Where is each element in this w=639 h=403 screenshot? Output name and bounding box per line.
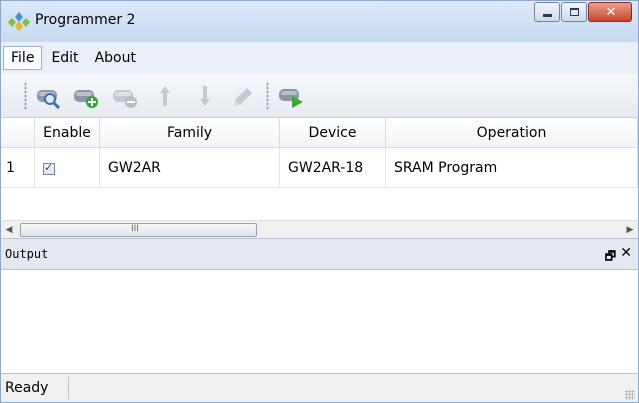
enable-checkbox[interactable]: ✓ xyxy=(43,161,55,175)
menu-edit[interactable]: Edit xyxy=(44,47,85,69)
window-controls: ✕ xyxy=(533,2,632,22)
status-bar: Ready xyxy=(0,374,639,403)
toolbar-grip[interactable] xyxy=(24,82,27,110)
menu-about[interactable]: About xyxy=(88,47,143,69)
resize-grip-icon[interactable] xyxy=(625,390,635,400)
row-number-header xyxy=(1,118,35,148)
scan-device-icon[interactable] xyxy=(34,82,62,110)
edit-icon[interactable] xyxy=(229,82,257,110)
horizontal-scrollbar[interactable]: ◀ III ▶ xyxy=(0,220,639,238)
close-button[interactable]: ✕ xyxy=(588,2,632,22)
toolbar xyxy=(0,74,639,118)
cell-family[interactable]: GW2AR xyxy=(100,148,280,188)
cell-device[interactable]: GW2AR-18 xyxy=(280,148,386,188)
cell-operation[interactable]: SRAM Program xyxy=(386,148,638,188)
menu-file[interactable]: File xyxy=(3,46,43,70)
scroll-thumb[interactable]: III xyxy=(20,223,257,237)
close-icon: ✕ xyxy=(605,5,617,20)
header-operation[interactable]: Operation xyxy=(386,118,638,148)
add-device-icon[interactable] xyxy=(72,82,100,110)
output-title: Output xyxy=(5,247,49,261)
status-separator xyxy=(68,377,69,399)
output-text-area[interactable] xyxy=(0,270,639,374)
remove-device-icon[interactable] xyxy=(111,82,139,110)
output-panel-header: Output 🗗 ✕ xyxy=(0,238,639,270)
program-run-icon[interactable] xyxy=(277,82,305,110)
toolbar-grip[interactable] xyxy=(266,82,269,110)
row-number: 1 xyxy=(1,148,35,188)
move-up-icon[interactable] xyxy=(151,82,179,110)
header-family[interactable]: Family xyxy=(100,118,280,148)
move-down-icon[interactable] xyxy=(191,82,219,110)
scroll-right-icon[interactable]: ▶ xyxy=(622,221,638,239)
thumb-grip-icon: III xyxy=(131,224,139,234)
window-title: Programmer 2 xyxy=(35,12,136,28)
gowin-app-icon xyxy=(8,12,30,31)
menu-bar: File Edit About xyxy=(0,42,639,74)
header-enable[interactable]: Enable xyxy=(35,118,100,148)
scroll-left-icon[interactable]: ◀ xyxy=(1,221,17,239)
float-panel-icon[interactable]: 🗗 xyxy=(605,247,616,268)
status-text: Ready xyxy=(5,380,49,396)
minimize-icon xyxy=(543,14,552,17)
title-bar: Programmer 2 ✕ xyxy=(0,0,639,42)
maximize-button[interactable] xyxy=(561,2,587,22)
checkmark-icon: ✓ xyxy=(44,161,54,174)
close-panel-icon[interactable]: ✕ xyxy=(620,245,632,261)
device-table: Enable Family Device Operation 1 ✓ GW2AR… xyxy=(0,118,639,220)
maximize-icon xyxy=(570,8,579,16)
header-device[interactable]: Device xyxy=(280,118,386,148)
minimize-button[interactable] xyxy=(534,2,560,22)
